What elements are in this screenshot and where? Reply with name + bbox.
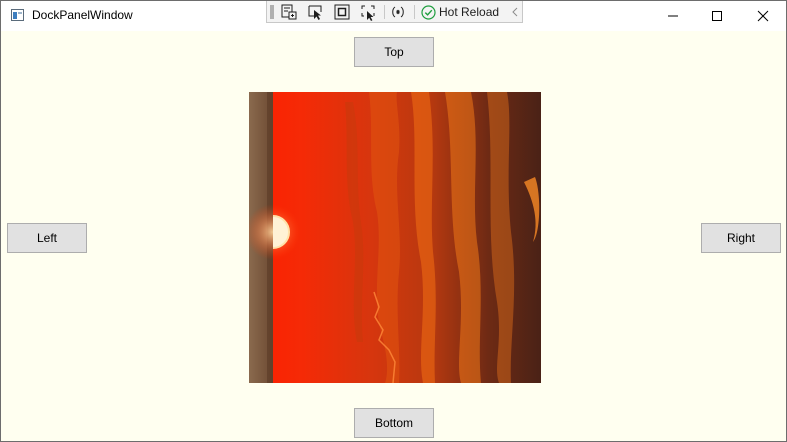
close-icon (757, 10, 769, 22)
right-button[interactable]: Right (701, 223, 781, 253)
minimize-button[interactable] (650, 1, 696, 31)
left-button[interactable]: Left (7, 223, 87, 253)
bottom-button[interactable]: Bottom (354, 408, 434, 438)
hot-reload-check-icon (421, 4, 436, 20)
sunset-image (249, 92, 541, 383)
go-to-live-visual-tree-icon[interactable] (280, 3, 298, 21)
select-element-icon[interactable] (307, 3, 325, 21)
toolbar-grip-handle[interactable] (270, 5, 274, 19)
in-app-debug-toolbar: Hot Reload (266, 1, 523, 23)
minimize-icon (668, 15, 678, 17)
maximize-icon (712, 11, 722, 21)
hot-reload-button[interactable]: Hot Reload (421, 3, 499, 21)
title-bar[interactable]: DockPanelWindow Hot Reload (1, 1, 786, 31)
sunset-picture (249, 92, 541, 383)
hot-reload-label: Hot Reload (439, 5, 500, 19)
window-app-icon[interactable] (11, 9, 24, 21)
top-button[interactable]: Top (354, 37, 434, 67)
toolbar-separator (384, 5, 385, 19)
close-button[interactable] (740, 1, 786, 31)
display-layout-adorners-icon[interactable] (333, 3, 351, 21)
collapse-chevron-icon[interactable] (510, 4, 520, 20)
track-focused-element-icon[interactable] (359, 3, 377, 21)
maximize-button[interactable] (694, 1, 740, 31)
binding-failures-icon[interactable] (389, 3, 407, 21)
window-title: DockPanelWindow (32, 8, 133, 22)
dock-panel-window: DockPanelWindow Hot Reload Top Left Righ… (0, 0, 787, 442)
toolbar-separator (414, 5, 415, 19)
